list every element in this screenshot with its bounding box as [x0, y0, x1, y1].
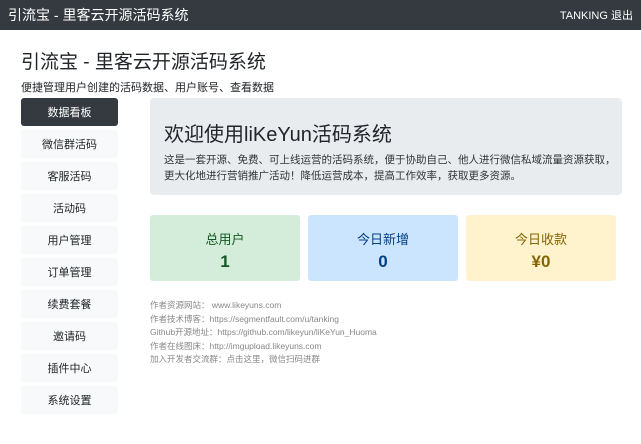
link-join-group[interactable]: 加入开发者交流群：点击这里，微信扫码进群: [150, 353, 377, 367]
sidebar-item-users[interactable]: 用户管理: [21, 226, 118, 254]
welcome-text: 这是一套开源、免费、可上线运营的活码系统，便于协助自己、他人进行微信私域流量资源…: [164, 154, 616, 182]
page-subtitle: 便捷管理用户创建的活码数据、用户账号、查看数据: [21, 82, 274, 94]
brand-title[interactable]: 引流宝 - 里客云开源活码系统: [8, 5, 188, 25]
stat-card-today-new: 今日新增 0: [308, 215, 458, 281]
stat-value: 0: [378, 252, 388, 271]
welcome-panel: 欢迎使用liKeYun活码系统 这是一套开源、免费、可上线运营的活码系统，便于协…: [150, 98, 622, 195]
stat-label: 今日新增: [356, 232, 409, 247]
page-title: 引流宝 - 里客云开源活码系统: [21, 52, 266, 73]
sidebar-item-service-code[interactable]: 客服活码: [21, 162, 118, 190]
stat-card-today-revenue: 今日收款 ¥0: [466, 215, 616, 281]
stat-label: 今日收款: [514, 232, 567, 247]
link-website[interactable]: 作者资源网站： www.likeyuns.com: [150, 299, 377, 313]
sidebar-item-dashboard[interactable]: 数据看板: [21, 98, 118, 126]
sidebar-item-orders[interactable]: 订单管理: [21, 258, 118, 286]
sidebar-item-plans[interactable]: 续费套餐: [21, 290, 118, 318]
sidebar-item-wechat-group-code[interactable]: 微信群活码: [21, 130, 118, 158]
stat-value: ¥0: [531, 252, 551, 271]
user-logout-link[interactable]: TANKING 退出: [560, 7, 633, 23]
stat-value: 1: [220, 252, 230, 271]
stat-card-total-users: 总用户 1: [150, 215, 300, 281]
sidebar-item-settings[interactable]: 系统设置: [21, 386, 118, 414]
welcome-title: 欢迎使用liKeYun活码系统: [164, 124, 392, 146]
link-blog[interactable]: 作者技术博客：https://segmentfault.com/u/tankin…: [150, 313, 377, 327]
sidebar-item-plugins[interactable]: 插件中心: [21, 354, 118, 382]
author-links: 作者资源网站： www.likeyuns.com 作者技术博客：https://…: [150, 299, 377, 367]
sidebar-item-activity-code[interactable]: 活动码: [21, 194, 118, 222]
sidebar-item-invite-codes[interactable]: 邀请码: [21, 322, 118, 350]
sidebar: 数据看板 微信群活码 客服活码 活动码 用户管理 订单管理 续费套餐 邀请码 插…: [21, 98, 118, 418]
stat-label: 总用户: [205, 232, 245, 247]
top-navbar: 引流宝 - 里客云开源活码系统 TANKING 退出: [0, 0, 641, 30]
link-imgupload[interactable]: 作者在线图床：http://imgupload.likeyuns.com: [150, 340, 377, 354]
link-github[interactable]: Github开源地址：https://github.com/likeyun/li…: [150, 326, 377, 340]
